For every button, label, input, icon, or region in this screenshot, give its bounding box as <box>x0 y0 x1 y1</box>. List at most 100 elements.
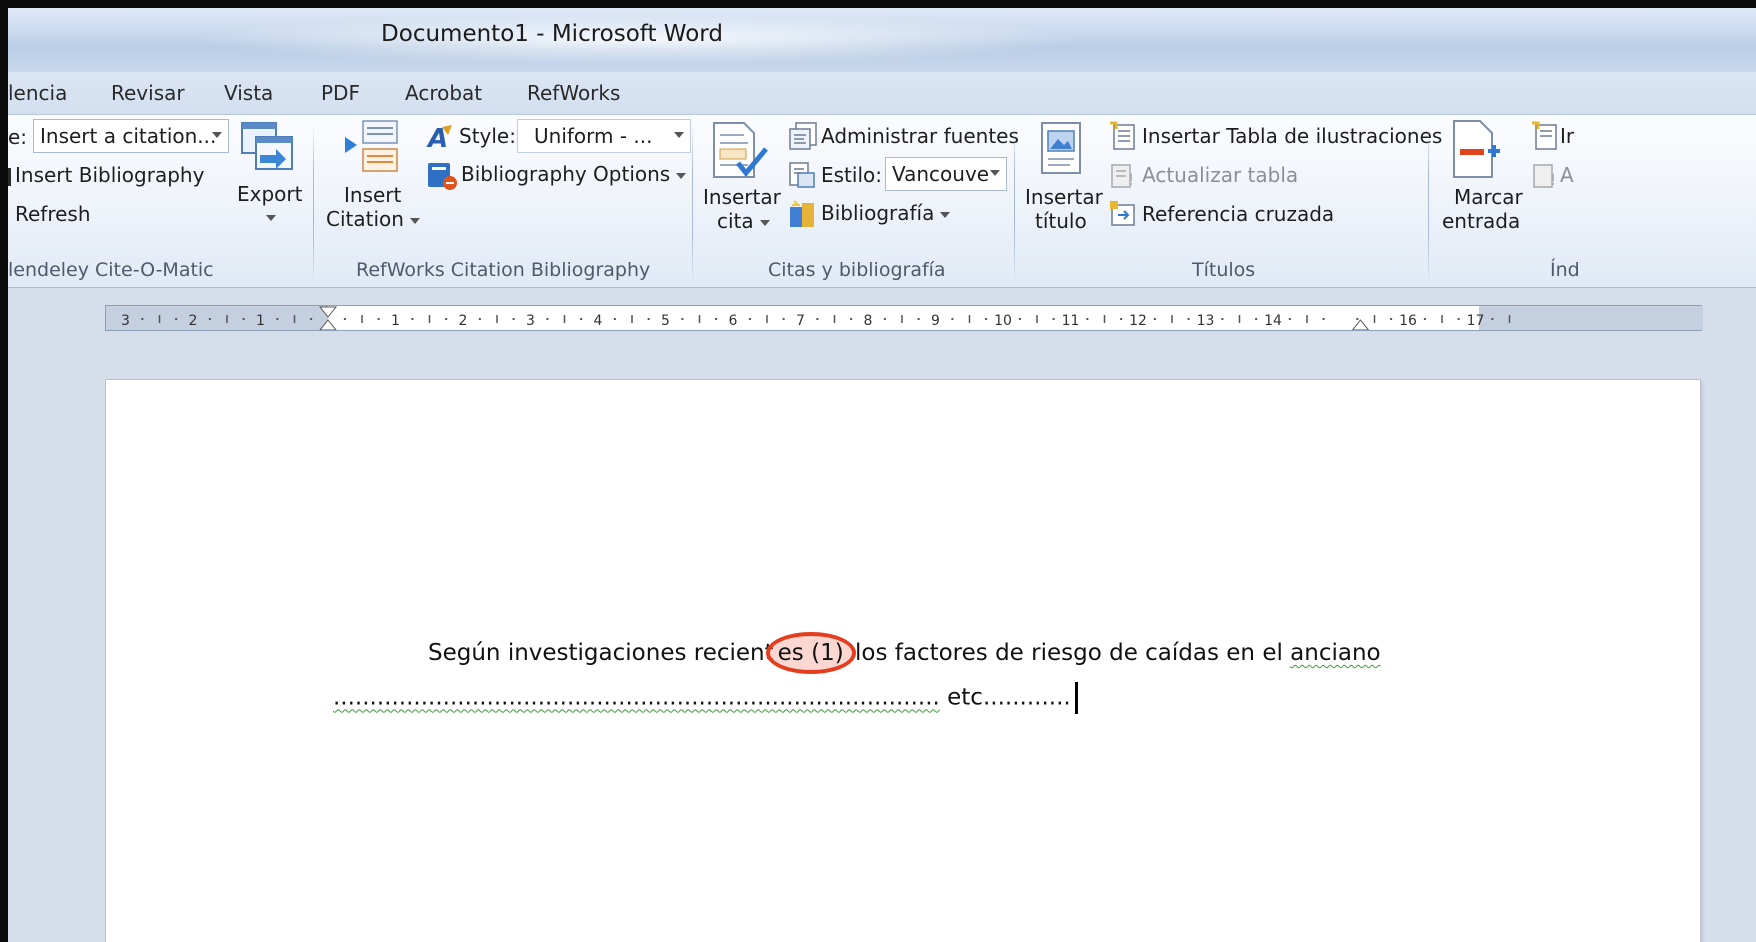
ruler-tick <box>293 315 296 323</box>
citation-highlight[interactable]: es (1) <box>765 632 856 674</box>
ruler-number: 6 <box>729 313 738 329</box>
tab-acrobat[interactable]: Acrobat <box>405 81 482 105</box>
ruler-tick <box>175 318 178 320</box>
text-run-etc: etc............ <box>939 684 1071 711</box>
text-run: los factores de riesgo de caídas en el <box>847 640 1291 666</box>
ruler-tick <box>343 318 346 320</box>
ruler-tick <box>1441 315 1443 323</box>
ruler-tick <box>580 318 583 320</box>
ruler-tick <box>985 318 988 320</box>
ruler-tick <box>1356 318 1359 320</box>
insert-citation-button[interactable]: Insert <box>344 183 401 207</box>
citation-marker[interactable]: (1) <box>811 640 844 666</box>
marcar-entrada-button[interactable]: Marcar <box>1454 185 1523 209</box>
ruler-tick <box>1373 315 1376 323</box>
insertar-titulo-label[interactable]: título <box>1035 209 1087 233</box>
insert-citation-select[interactable]: Insert a citation... <box>33 119 229 153</box>
ruler-tick <box>496 315 498 323</box>
insertar-indice-button[interactable]: Ir <box>1560 124 1574 148</box>
insertar-cita-button[interactable]: Insertar <box>703 185 781 209</box>
ruler-tick <box>141 318 144 320</box>
bibliography-options-button[interactable]: Bibliography Options <box>461 162 687 186</box>
refresh-button[interactable]: Refresh <box>15 202 91 226</box>
ruler-number: 14 <box>1264 313 1282 329</box>
insert-citation-label: Citation <box>326 207 404 231</box>
insertar-tabla-icon <box>1110 121 1135 150</box>
actualizar-indice-button[interactable]: A <box>1560 163 1574 187</box>
ruler-tick <box>428 315 431 323</box>
paragraph-line-1[interactable]: Según investigaciones recient es (1) los … <box>428 632 1381 674</box>
chevron-down-icon <box>674 132 684 138</box>
ruler-tick <box>1322 318 1325 320</box>
chevron-down-icon <box>409 217 420 224</box>
tab-revisar[interactable]: Revisar <box>111 81 185 105</box>
ruler-tick <box>1018 318 1021 320</box>
ruler-tick <box>411 318 414 320</box>
export-icon <box>241 122 293 170</box>
ruler-tick <box>208 318 211 320</box>
tab-vista[interactable]: Vista <box>224 81 273 105</box>
text-run-dots: ........................................… <box>333 684 940 711</box>
ruler-tick <box>546 318 549 320</box>
ruler-number: 4 <box>594 313 603 329</box>
text-run: Según investigaciones recient <box>428 640 774 666</box>
paragraph-line-2[interactable]: ........................................… <box>333 682 1078 714</box>
refworks-style-select[interactable]: Uniform - ... <box>517 119 691 153</box>
ruler-tick <box>1255 318 1258 320</box>
ruler-tick <box>1423 318 1426 320</box>
tab-referencias[interactable]: lencia <box>8 81 67 105</box>
ruler-number: 16 <box>1399 313 1417 329</box>
export-button[interactable]: Export <box>237 182 302 206</box>
ruler-scale: 3 2 1 1 2 3 4 5 6 7 8 9 10 11 12 13 14 16 17 <box>121 306 1511 330</box>
text-run-es: es <box>777 640 804 666</box>
indent-marker <box>318 306 338 330</box>
ruler-tick <box>1491 318 1494 320</box>
insert-bibliography-label: Insert Bibliography <box>15 163 205 187</box>
insert-citation-button-line2[interactable]: Citation <box>326 207 420 231</box>
ruler-tick <box>647 318 650 320</box>
referencia-cruzada-button[interactable]: Referencia cruzada <box>1142 202 1334 226</box>
estilo-label: Estilo: <box>821 163 882 187</box>
administrar-fuentes-button[interactable]: Administrar fuentes <box>821 124 1019 148</box>
bibliografia-label: Bibliografía <box>821 201 935 225</box>
ruler-tick <box>445 318 448 320</box>
chevron-down-icon <box>990 170 1000 176</box>
bibliografia-button[interactable]: Bibliografía <box>821 201 951 225</box>
horizontal-ruler[interactable]: 3 2 1 1 2 3 4 5 6 7 8 9 10 11 12 13 14 16 17 <box>105 305 1703 331</box>
ruler-number: 13 <box>1197 313 1215 329</box>
ruler-tick <box>226 315 228 323</box>
mendeley-style-label: e: <box>8 125 28 149</box>
chevron-down-icon <box>676 172 687 179</box>
ruler-tick <box>377 318 380 320</box>
ruler-tick <box>1153 318 1156 320</box>
ruler-tick <box>968 315 971 323</box>
ruler-number: 2 <box>459 313 468 329</box>
ruler-number: 10 <box>994 313 1012 329</box>
ruler-tick <box>883 318 886 320</box>
title-bar: Documento1 - Microsoft Word <box>8 8 1756 72</box>
document-page[interactable]: Según investigaciones recient es (1) los … <box>106 380 1700 942</box>
ruler-tick <box>715 318 718 320</box>
insertar-cita-button-line2[interactable]: cita <box>717 209 770 233</box>
insert-bibliography-button[interactable]: Insert Bibliography <box>8 163 204 187</box>
ruler-tick <box>1508 315 1511 323</box>
ruler-tick <box>917 318 920 320</box>
insertar-tabla-button[interactable]: Insertar Tabla de ilustraciones <box>1142 124 1442 148</box>
tab-pdf[interactable]: PDF <box>321 81 360 105</box>
ruler-tick <box>1221 318 1224 320</box>
marcar-entrada-label[interactable]: entrada <box>1442 209 1520 233</box>
ruler-bar: 3 2 1 1 2 3 4 5 6 7 8 9 10 11 12 13 14 16 17 <box>8 288 1756 344</box>
tab-refworks[interactable]: RefWorks <box>527 81 620 105</box>
marcar-entrada-icon <box>1453 120 1500 178</box>
word-window: Documento1 - Microsoft Word lencia Revis… <box>0 0 1756 942</box>
bibliography-icon <box>8 167 11 186</box>
document-area: Según investigaciones recient es (1) los … <box>8 344 1756 942</box>
insertar-titulo-button[interactable]: Insertar <box>1025 185 1103 209</box>
estilo-select[interactable]: Vancouve <box>885 157 1007 191</box>
export-dropdown-icon[interactable] <box>266 215 276 221</box>
ruler-tick <box>613 318 616 320</box>
citas-group-label: Citas y bibliografía <box>768 259 946 281</box>
ruler-number: 7 <box>796 313 805 329</box>
actualizar-tabla-button[interactable]: Actualizar tabla <box>1142 163 1298 187</box>
ruler-number: 2 <box>189 313 198 329</box>
